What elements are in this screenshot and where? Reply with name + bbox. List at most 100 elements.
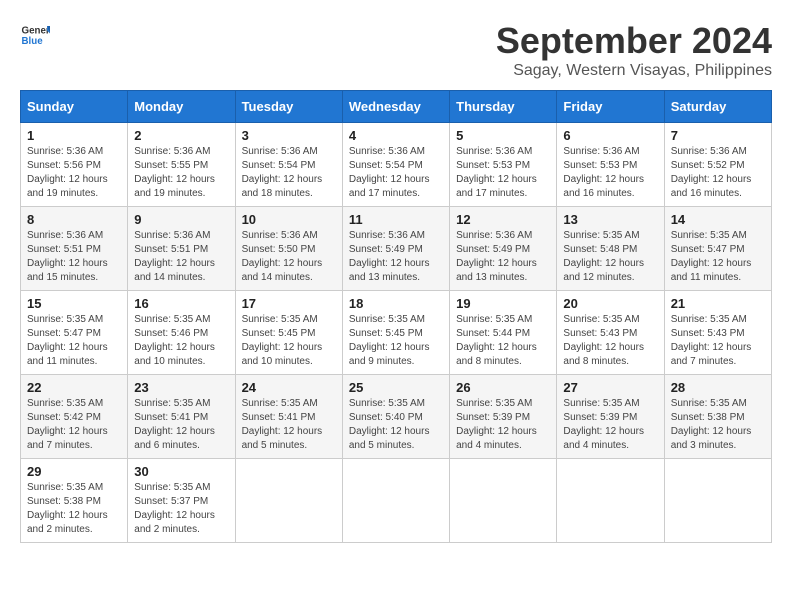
calendar-body: 1Sunrise: 5:36 AM Sunset: 5:56 PM Daylig… [21,123,772,543]
day-cell: 3 Sunrise: 5:36 AM Sunset: 5:54 PM Daylig… [235,123,342,207]
day-detail: Sunrise: 5:35 AM Sunset: 5:41 PM Dayligh… [134,397,228,453]
day-cell [342,459,449,543]
logo-icon: General Blue [20,20,50,50]
day-detail: Sunrise: 5:35 AM Sunset: 5:39 PM Dayligh… [456,397,550,453]
day-number: 20 [563,296,657,311]
day-number: 18 [349,296,443,311]
day-cell: 25Sunrise: 5:35 AM Sunset: 5:40 PM Dayli… [342,375,449,459]
day-number: 9 [134,212,228,227]
day-detail: Sunrise: 5:35 AM Sunset: 5:42 PM Dayligh… [27,397,121,453]
week-row-2: 8Sunrise: 5:36 AM Sunset: 5:51 PM Daylig… [21,207,772,291]
day-number: 21 [671,296,765,311]
day-detail: Sunrise: 5:35 AM Sunset: 5:45 PM Dayligh… [242,313,336,369]
day-detail: Sunrise: 5:36 AM Sunset: 5:53 PM Dayligh… [456,145,550,201]
day-number: 26 [456,380,550,395]
col-wednesday: Wednesday [342,91,449,123]
day-number: 24 [242,380,336,395]
logo: General Blue [20,20,50,50]
day-detail: Sunrise: 5:36 AM Sunset: 5:49 PM Dayligh… [456,229,550,285]
day-cell: 16Sunrise: 5:35 AM Sunset: 5:46 PM Dayli… [128,291,235,375]
day-number: 22 [27,380,121,395]
day-cell: 6 Sunrise: 5:36 AM Sunset: 5:53 PM Daylig… [557,123,664,207]
day-detail: Sunrise: 5:36 AM Sunset: 5:51 PM Dayligh… [134,229,228,285]
day-number: 29 [27,464,121,479]
day-cell: 29Sunrise: 5:35 AM Sunset: 5:38 PM Dayli… [21,459,128,543]
day-cell: 10Sunrise: 5:36 AM Sunset: 5:50 PM Dayli… [235,207,342,291]
day-cell: 12Sunrise: 5:36 AM Sunset: 5:49 PM Dayli… [450,207,557,291]
day-detail: Sunrise: 5:35 AM Sunset: 5:46 PM Dayligh… [134,313,228,369]
day-number: 28 [671,380,765,395]
day-detail: Sunrise: 5:35 AM Sunset: 5:43 PM Dayligh… [563,313,657,369]
col-sunday: Sunday [21,91,128,123]
day-number: 15 [27,296,121,311]
col-thursday: Thursday [450,91,557,123]
day-number: 17 [242,296,336,311]
day-cell: 2 Sunrise: 5:36 AM Sunset: 5:55 PM Daylig… [128,123,235,207]
day-cell: 9 Sunrise: 5:36 AM Sunset: 5:51 PM Daylig… [128,207,235,291]
day-detail: Sunrise: 5:36 AM Sunset: 5:52 PM Dayligh… [671,145,765,201]
day-detail: Sunrise: 5:35 AM Sunset: 5:41 PM Dayligh… [242,397,336,453]
day-detail: Sunrise: 5:35 AM Sunset: 5:45 PM Dayligh… [349,313,443,369]
day-cell: 24 Sunrise: 5:35 AM Sunset: 5:41 PM Dayli… [235,375,342,459]
col-saturday: Saturday [664,91,771,123]
day-number: 6 [563,128,657,143]
day-number: 4 [349,128,443,143]
day-detail: Sunrise: 5:36 AM Sunset: 5:51 PM Dayligh… [27,229,121,285]
calendar-header: Sunday Monday Tuesday Wednesday Thursday… [21,91,772,123]
day-cell: 4 Sunrise: 5:36 AM Sunset: 5:54 PM Daylig… [342,123,449,207]
month-title: September 2024 [496,20,772,62]
location-subtitle: Sagay, Western Visayas, Philippines [496,62,772,80]
day-cell: 17 Sunrise: 5:35 AM Sunset: 5:45 PM Dayli… [235,291,342,375]
day-number: 23 [134,380,228,395]
day-detail: Sunrise: 5:35 AM Sunset: 5:44 PM Dayligh… [456,313,550,369]
day-detail: Sunrise: 5:36 AM Sunset: 5:53 PM Dayligh… [563,145,657,201]
svg-text:General: General [22,26,51,37]
day-cell: 27Sunrise: 5:35 AM Sunset: 5:39 PM Dayli… [557,375,664,459]
day-number: 30 [134,464,228,479]
day-detail: Sunrise: 5:36 AM Sunset: 5:49 PM Dayligh… [349,229,443,285]
day-number: 11 [349,212,443,227]
day-detail: Sunrise: 5:35 AM Sunset: 5:47 PM Dayligh… [671,229,765,285]
header: General Blue September 2024 Sagay, Weste… [20,20,772,80]
day-cell: 11 Sunrise: 5:36 AM Sunset: 5:49 PM Dayli… [342,207,449,291]
day-number: 25 [349,380,443,395]
day-number: 2 [134,128,228,143]
svg-text:Blue: Blue [22,36,44,47]
day-detail: Sunrise: 5:35 AM Sunset: 5:48 PM Dayligh… [563,229,657,285]
day-detail: Sunrise: 5:35 AM Sunset: 5:43 PM Dayligh… [671,313,765,369]
day-cell: 15 Sunrise: 5:35 AM Sunset: 5:47 PM Dayli… [21,291,128,375]
day-cell: 23 Sunrise: 5:35 AM Sunset: 5:41 PM Dayli… [128,375,235,459]
week-row-3: 15 Sunrise: 5:35 AM Sunset: 5:47 PM Dayli… [21,291,772,375]
day-cell: 13 Sunrise: 5:35 AM Sunset: 5:48 PM Dayli… [557,207,664,291]
day-number: 13 [563,212,657,227]
day-cell: 8Sunrise: 5:36 AM Sunset: 5:51 PM Daylig… [21,207,128,291]
day-cell: 21 Sunrise: 5:35 AM Sunset: 5:43 PM Dayli… [664,291,771,375]
day-cell [450,459,557,543]
day-detail: Sunrise: 5:35 AM Sunset: 5:47 PM Dayligh… [27,313,121,369]
day-cell: 19Sunrise: 5:35 AM Sunset: 5:44 PM Dayli… [450,291,557,375]
day-number: 7 [671,128,765,143]
day-cell: 5Sunrise: 5:36 AM Sunset: 5:53 PM Daylig… [450,123,557,207]
day-number: 10 [242,212,336,227]
header-row: Sunday Monday Tuesday Wednesday Thursday… [21,91,772,123]
day-detail: Sunrise: 5:36 AM Sunset: 5:54 PM Dayligh… [242,145,336,201]
day-cell: 18 Sunrise: 5:35 AM Sunset: 5:45 PM Dayli… [342,291,449,375]
day-number: 14 [671,212,765,227]
day-cell: 28 Sunrise: 5:35 AM Sunset: 5:38 PM Dayli… [664,375,771,459]
day-cell: 7 Sunrise: 5:36 AM Sunset: 5:52 PM Daylig… [664,123,771,207]
week-row-5: 29Sunrise: 5:35 AM Sunset: 5:38 PM Dayli… [21,459,772,543]
col-friday: Friday [557,91,664,123]
day-detail: Sunrise: 5:36 AM Sunset: 5:56 PM Dayligh… [27,145,121,201]
day-detail: Sunrise: 5:36 AM Sunset: 5:55 PM Dayligh… [134,145,228,201]
day-number: 3 [242,128,336,143]
day-cell: 26 Sunrise: 5:35 AM Sunset: 5:39 PM Dayli… [450,375,557,459]
day-cell: 1Sunrise: 5:36 AM Sunset: 5:56 PM Daylig… [21,123,128,207]
day-cell: 20 Sunrise: 5:35 AM Sunset: 5:43 PM Dayli… [557,291,664,375]
col-monday: Monday [128,91,235,123]
day-detail: Sunrise: 5:36 AM Sunset: 5:54 PM Dayligh… [349,145,443,201]
day-detail: Sunrise: 5:35 AM Sunset: 5:39 PM Dayligh… [563,397,657,453]
day-cell: 14 Sunrise: 5:35 AM Sunset: 5:47 PM Dayli… [664,207,771,291]
day-detail: Sunrise: 5:35 AM Sunset: 5:38 PM Dayligh… [671,397,765,453]
calendar-table: Sunday Monday Tuesday Wednesday Thursday… [20,90,772,543]
day-cell [664,459,771,543]
